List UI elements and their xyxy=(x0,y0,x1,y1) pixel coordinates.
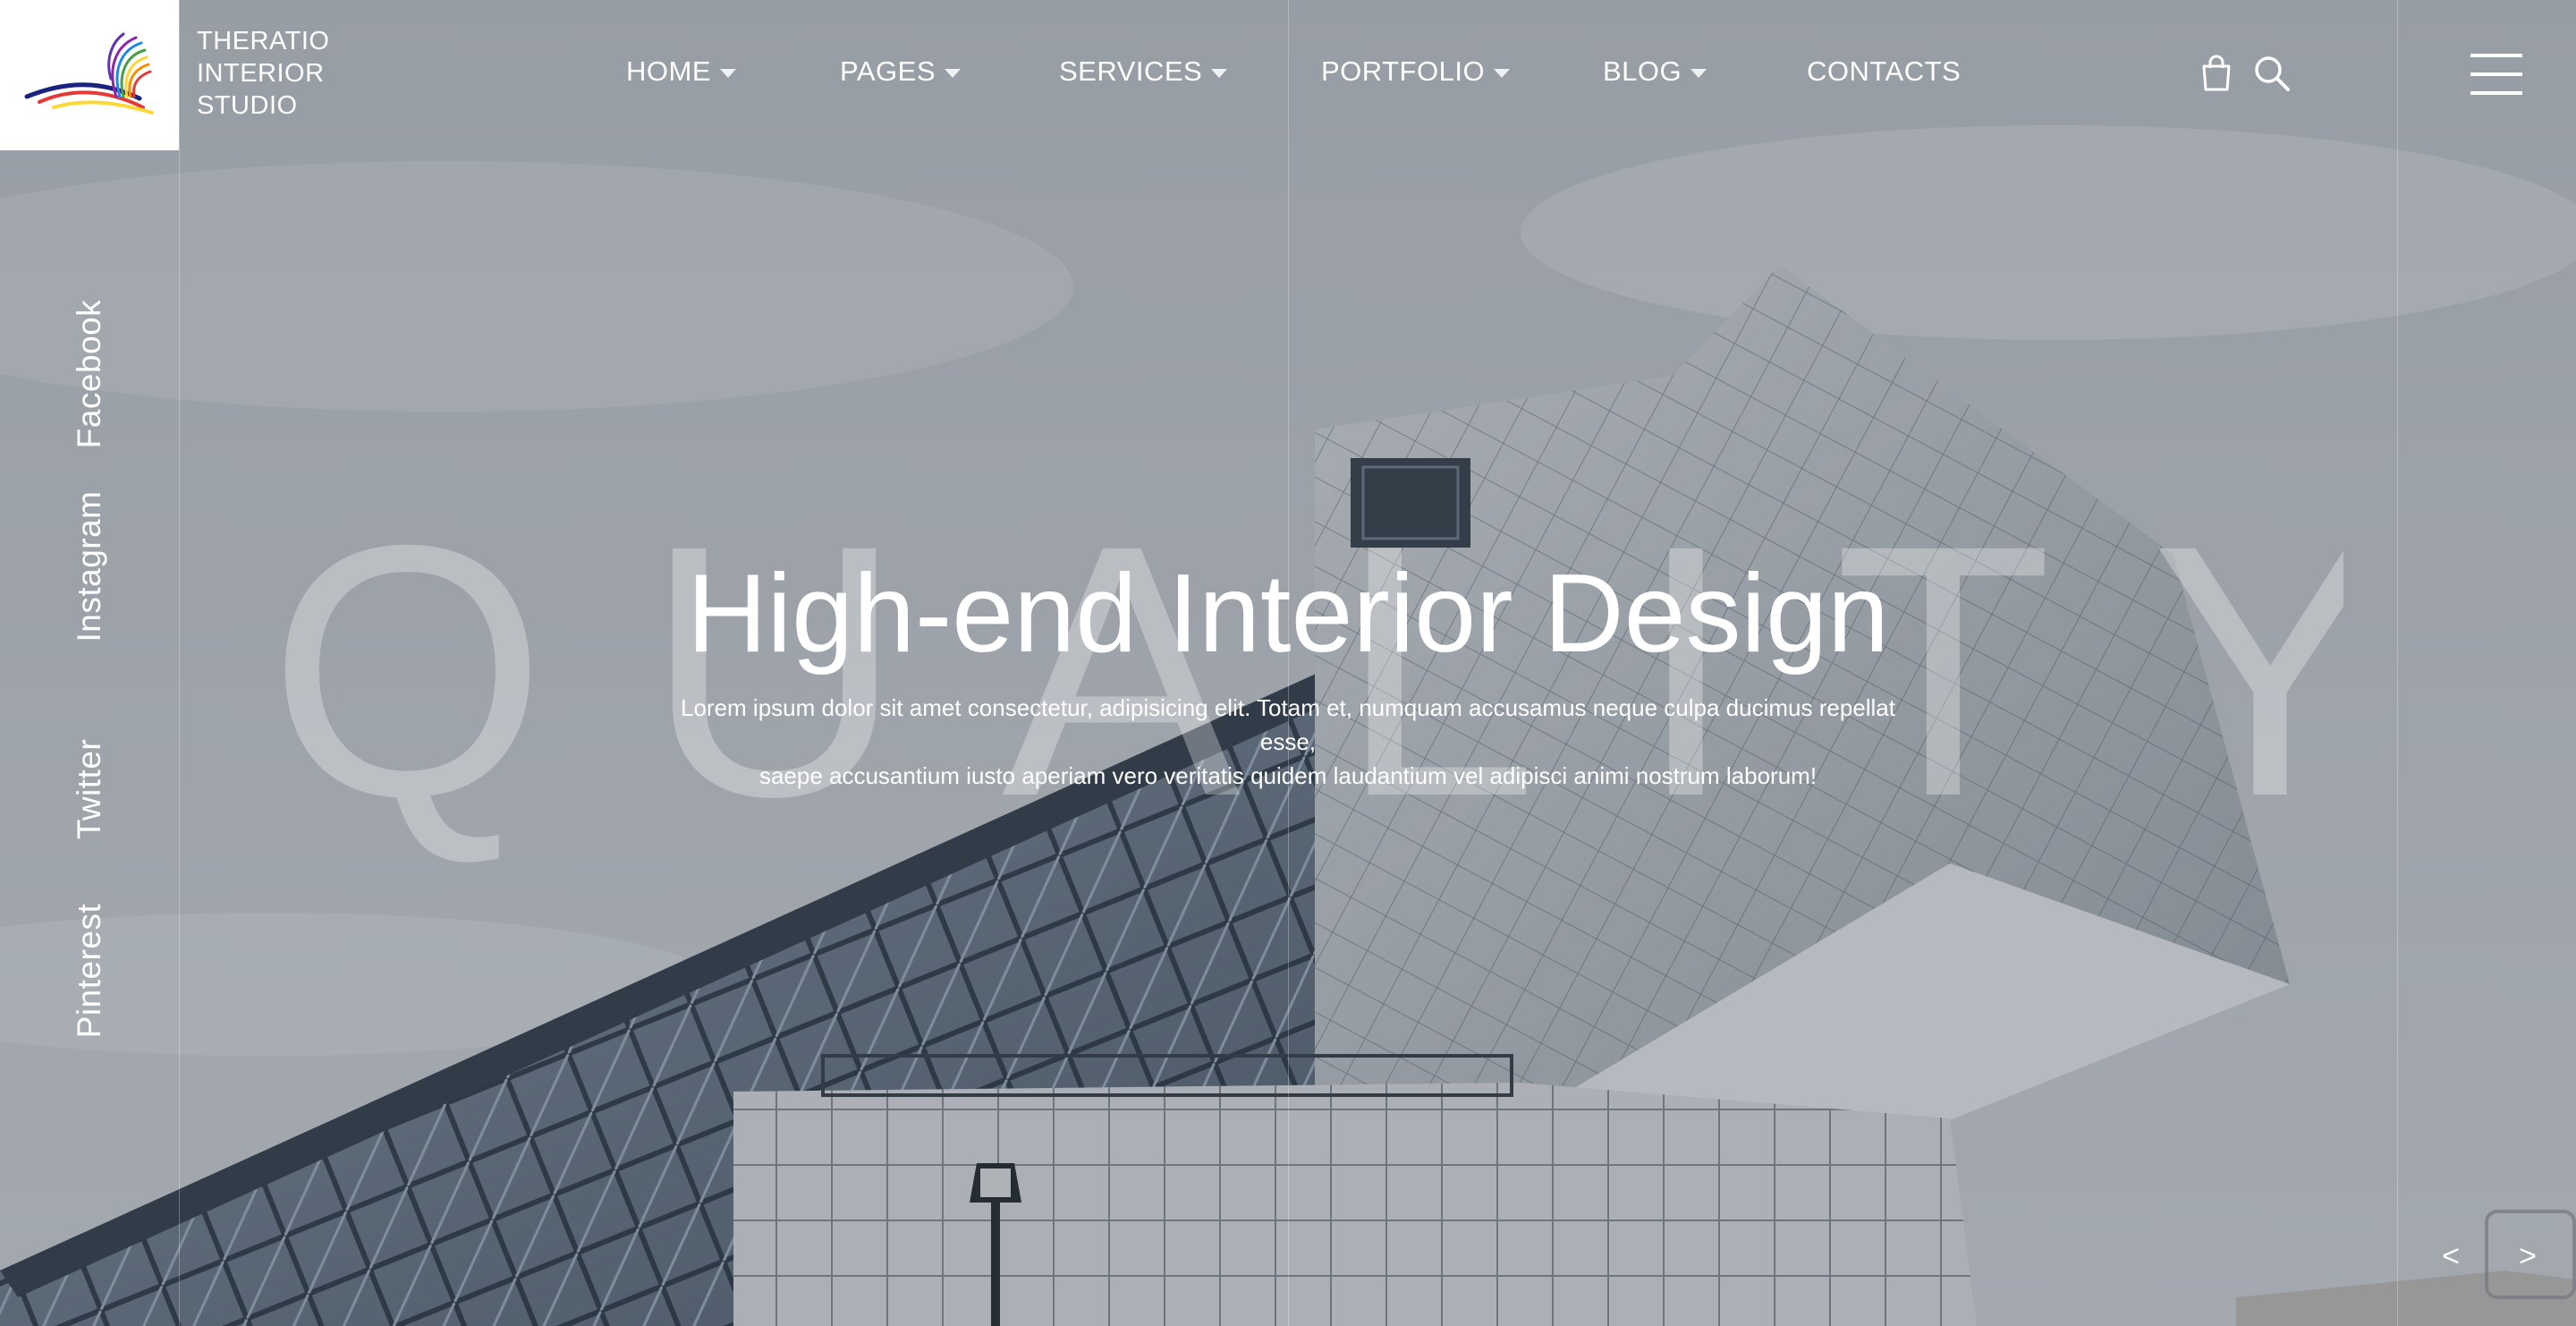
chevron-down-icon xyxy=(1494,68,1511,78)
nav-item-label: SERVICES xyxy=(1059,55,1203,87)
hero-subtext: Lorem ipsum dolor sit amet consectetur, … xyxy=(662,691,1914,793)
social-link-instagram[interactable]: Instagram xyxy=(71,490,108,642)
nav-item-services[interactable]: SERVICES xyxy=(1059,55,1228,91)
social-link-facebook[interactable]: Facebook xyxy=(71,300,108,449)
nav-item-home[interactable]: HOME xyxy=(626,55,736,91)
search-icon[interactable] xyxy=(2250,52,2293,95)
nav-item-label: CONTACTS xyxy=(1807,55,1962,87)
chevron-down-icon xyxy=(1211,68,1228,78)
slider-prev-button[interactable]: < xyxy=(2433,1237,2469,1276)
hero-subtext-line: saepe accusantium iusto aperiam vero ver… xyxy=(758,762,1818,789)
social-link-twitter[interactable]: Twitter xyxy=(71,739,108,839)
brand-name-line: STUDIO xyxy=(197,91,298,120)
chevron-down-icon xyxy=(720,68,736,78)
nav-item-label: HOME xyxy=(626,55,711,87)
menu-bar xyxy=(2470,91,2522,95)
menu-bar xyxy=(2470,54,2522,57)
chevron-down-icon xyxy=(1690,68,1707,78)
nav-item-blog[interactable]: BLOG xyxy=(1603,55,1707,91)
social-links: Facebook Instagram Twitter Pinterest xyxy=(0,0,179,1326)
nav-item-label: BLOG xyxy=(1603,55,1682,87)
hero-subtext-line: Lorem ipsum dolor sit amet consectetur, … xyxy=(681,694,1895,755)
slider-next-button[interactable]: > xyxy=(2510,1237,2546,1276)
frame-line-left xyxy=(179,0,180,1326)
nav-item-pages[interactable]: PAGES xyxy=(840,55,962,91)
frame-line-right xyxy=(2397,0,2398,1326)
shopping-bag-icon[interactable] xyxy=(2195,52,2238,95)
brand-name: THERATIO INTERIOR STUDIO xyxy=(197,25,329,122)
hamburger-menu-icon[interactable] xyxy=(2470,52,2522,97)
nav-item-portfolio[interactable]: PORTFOLIO xyxy=(1321,55,1511,91)
brand-name-line: INTERIOR xyxy=(197,59,325,88)
chevron-down-icon xyxy=(945,68,962,78)
nav-item-contacts[interactable]: CONTACTS xyxy=(1807,55,1961,91)
nav-item-label: PORTFOLIO xyxy=(1321,55,1486,87)
brand-name-line: THERATIO xyxy=(197,27,330,55)
social-link-pinterest[interactable]: Pinterest xyxy=(71,904,108,1039)
hero-headline: High-end Interior Design xyxy=(686,552,1890,676)
nav-item-label: PAGES xyxy=(840,55,936,87)
menu-bar xyxy=(2470,72,2522,76)
